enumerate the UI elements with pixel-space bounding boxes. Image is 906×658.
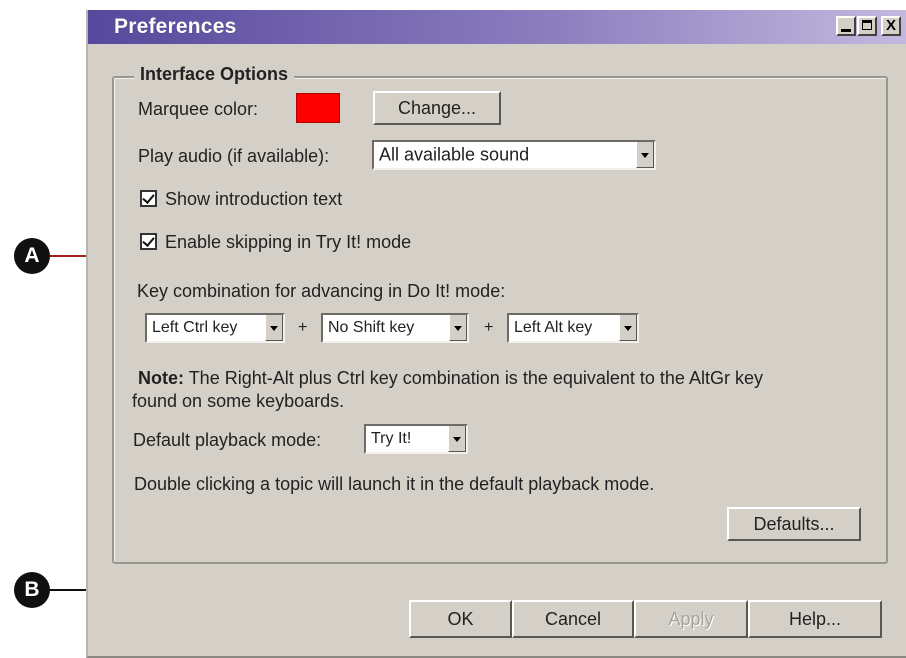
chevron-down-icon[interactable] [448, 426, 466, 452]
plus-sign: + [484, 319, 494, 336]
enable-skipping-checkbox[interactable] [140, 233, 157, 250]
window-title: Preferences [114, 15, 237, 38]
chevron-down-icon[interactable] [449, 315, 467, 341]
cancel-button[interactable]: Cancel [512, 600, 634, 638]
play-audio-label: Play audio (if available): [138, 146, 330, 166]
marquee-color-swatch [296, 93, 340, 123]
note-text-line1: Note: The Right-Alt plus Ctrl key combin… [138, 368, 763, 389]
change-color-button[interactable]: Change... [373, 91, 501, 125]
maximize-button[interactable] [857, 16, 877, 36]
default-playback-dropdown[interactable]: Try It! [364, 424, 468, 454]
help-button[interactable]: Help... [748, 600, 882, 638]
alt-key-dropdown[interactable]: Left Alt key [507, 313, 639, 343]
alt-key-value: Left Alt key [514, 319, 593, 336]
chevron-down-icon[interactable] [636, 142, 654, 168]
show-intro-label[interactable]: Show introduction text [165, 189, 342, 210]
minimize-icon [841, 29, 851, 32]
default-playback-label: Default playback mode: [133, 430, 322, 450]
shift-key-dropdown[interactable]: No Shift key [321, 313, 469, 343]
ctrl-key-value: Left Ctrl key [152, 319, 238, 336]
key-combination-label: Key combination for advancing in Do It! … [137, 281, 506, 301]
chevron-down-icon[interactable] [265, 315, 283, 341]
callout-a-marker: A [14, 238, 50, 274]
marquee-color-label: Marquee color: [138, 99, 259, 119]
group-legend: Interface Options [134, 64, 295, 85]
close-button[interactable]: X [881, 16, 901, 36]
play-audio-value: All available sound [379, 144, 530, 165]
maximize-icon [862, 20, 872, 30]
playback-hint-text: Double clicking a topic will launch it i… [134, 474, 655, 494]
ok-button[interactable]: OK [409, 600, 512, 638]
note-label: Note: [138, 368, 184, 388]
play-audio-dropdown[interactable]: All available sound [372, 140, 656, 170]
show-intro-checkbox[interactable] [140, 190, 157, 207]
note-text-line2: found on some keyboards. [132, 391, 345, 411]
callout-b-marker: B [14, 572, 50, 608]
default-playback-value: Try It! [371, 430, 412, 447]
apply-button: Apply [634, 600, 748, 638]
minimize-button[interactable] [836, 16, 856, 36]
enable-skipping-label[interactable]: Enable skipping in Try It! mode [165, 232, 411, 253]
ctrl-key-dropdown[interactable]: Left Ctrl key [145, 313, 285, 343]
note-body: The Right-Alt plus Ctrl key combination … [188, 368, 763, 388]
defaults-button[interactable]: Defaults... [727, 507, 861, 541]
shift-key-value: No Shift key [328, 319, 415, 336]
plus-sign: + [298, 319, 308, 336]
title-bar[interactable]: Preferences X [88, 10, 906, 44]
chevron-down-icon[interactable] [619, 315, 637, 341]
